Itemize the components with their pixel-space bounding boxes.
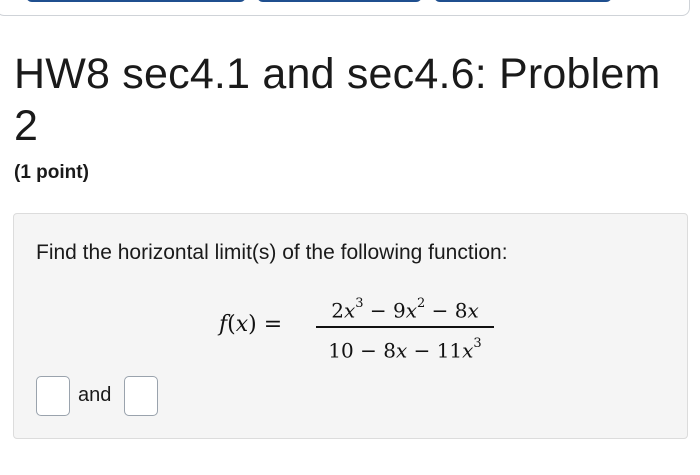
- answer-input-1[interactable]: [36, 376, 70, 416]
- nav-tab-1[interactable]: [26, 0, 246, 2]
- problem-title: HW8 sec4.1 and sec4.6: Problem 2: [14, 50, 661, 150]
- nav-tab-2[interactable]: [257, 0, 422, 2]
- function-equation: f(x) = 2x3 − 9x2 − 8x 10 − 8x − 11x3: [219, 292, 519, 372]
- equation-fraction: 2x3 − 9x2 − 8x 10 − 8x − 11x3: [316, 292, 494, 363]
- problem-box: Find the horizontal limit(s) of the foll…: [13, 213, 688, 439]
- fraction-bar: [316, 326, 494, 328]
- equation-numerator: 2x3 − 9x2 − 8x: [331, 296, 479, 323]
- problem-prompt: Find the horizontal limit(s) of the foll…: [36, 241, 508, 264]
- top-nav-card: [0, 0, 690, 16]
- answer-joiner: and: [78, 384, 112, 406]
- nav-tab-3[interactable]: [434, 0, 612, 2]
- answer-row: and: [36, 372, 336, 416]
- equation-lhs: f(x) =: [219, 312, 283, 337]
- problem-points: (1 point): [14, 162, 89, 183]
- equation-denominator: 10 − 8x − 11x3: [328, 336, 482, 363]
- answer-input-2[interactable]: [124, 376, 158, 416]
